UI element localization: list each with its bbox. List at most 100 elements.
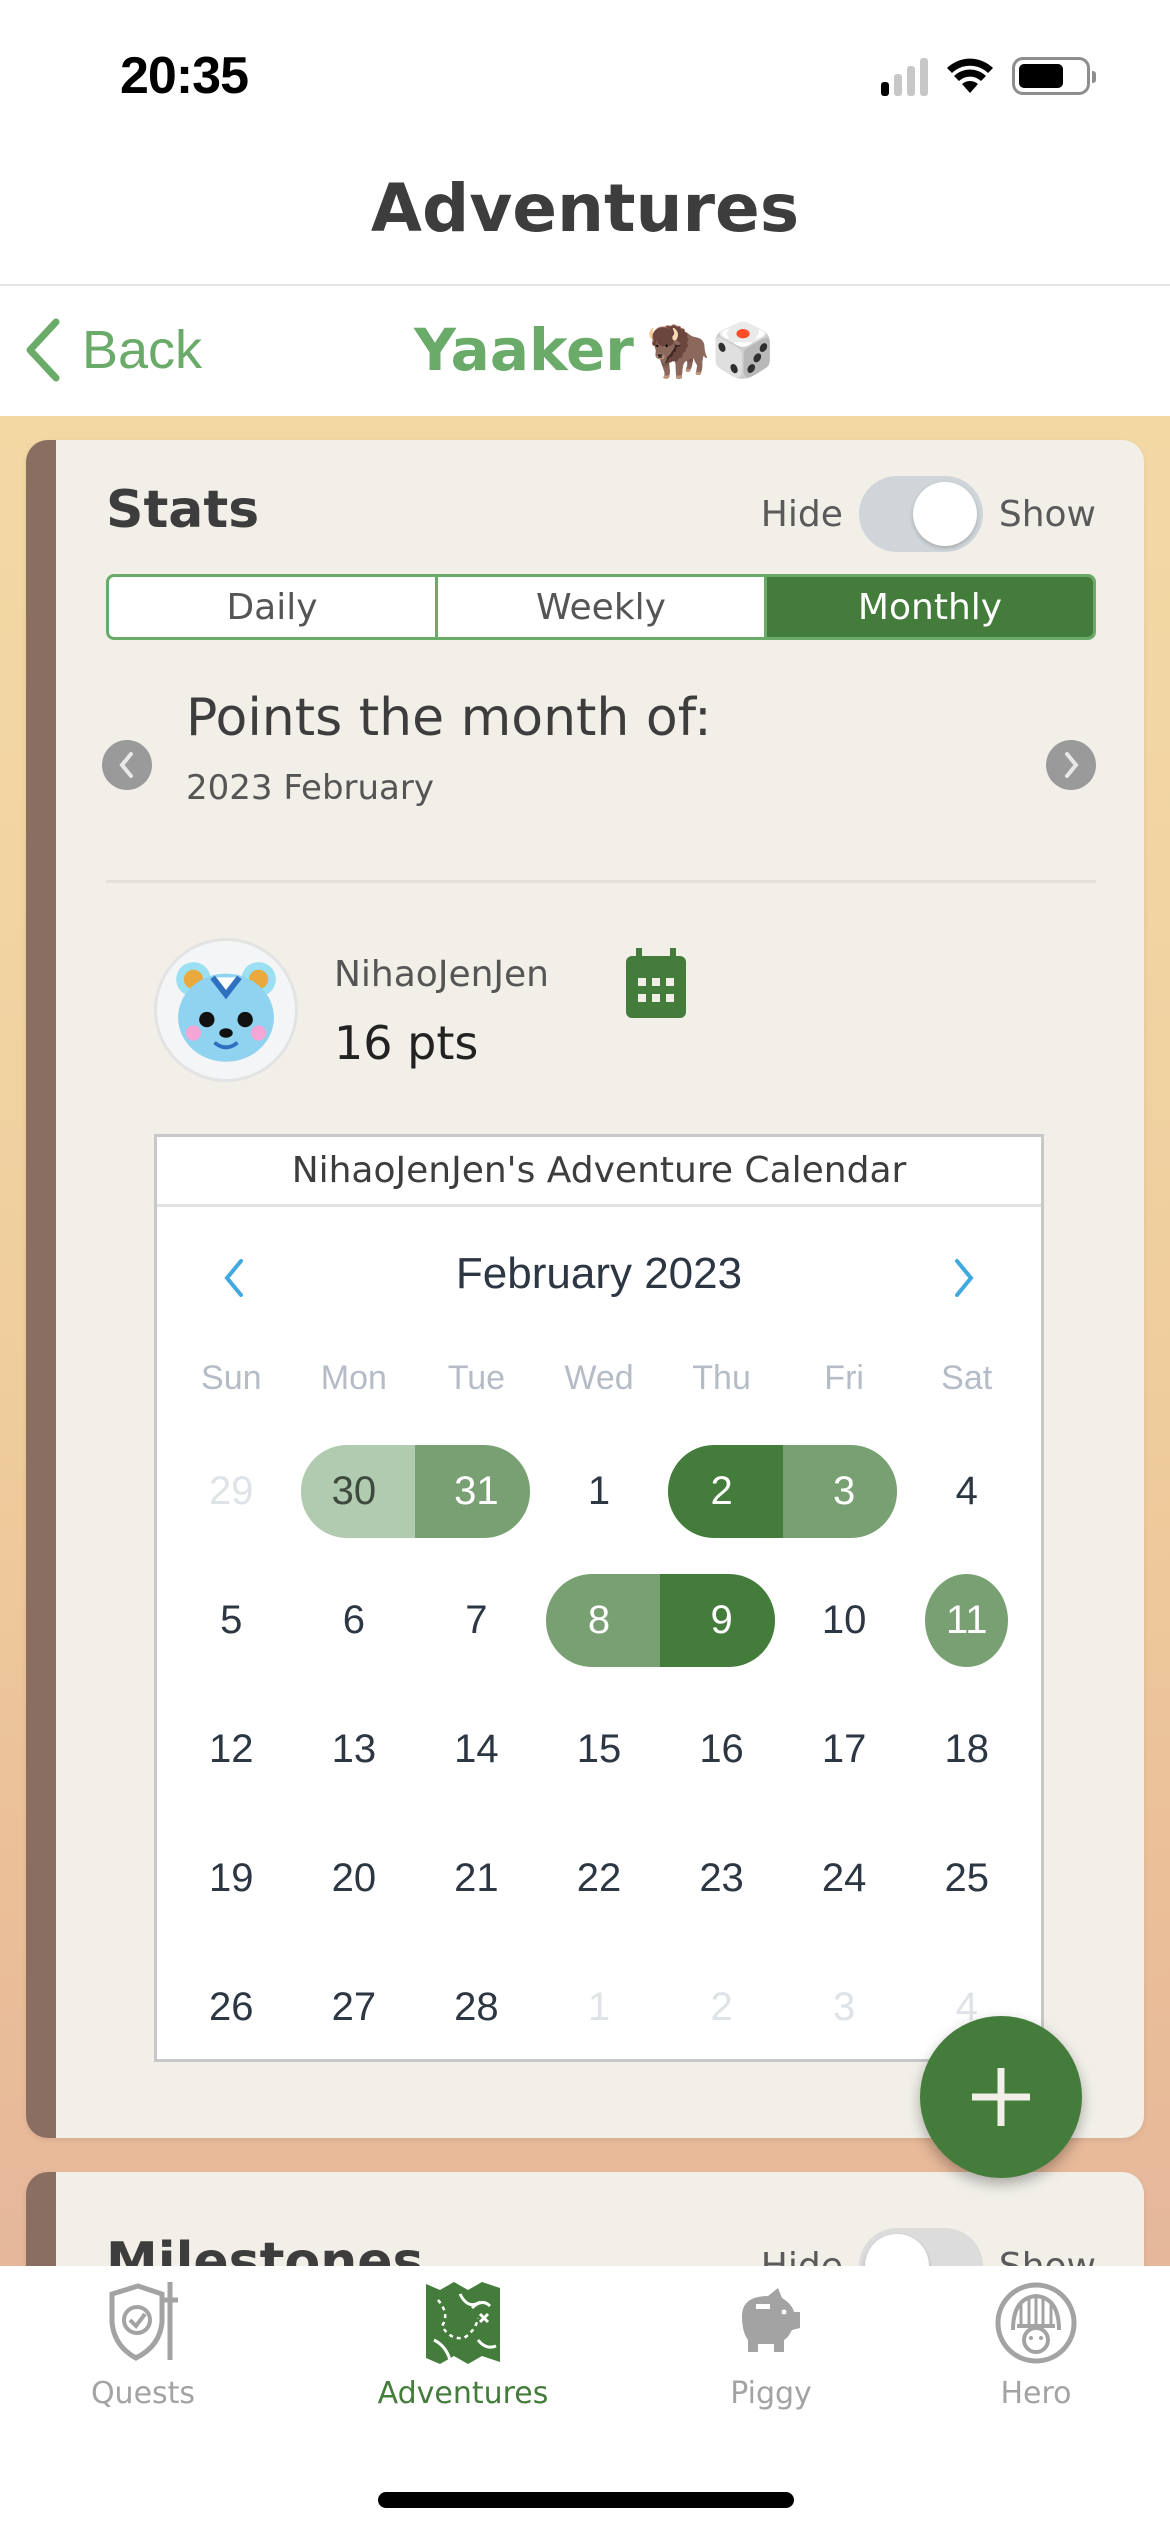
calendar-day[interactable]: 26 [170,1943,293,2072]
day-number: 28 [454,1985,499,2029]
user-points: 16 pts [334,1016,479,1070]
status-icons [881,56,1096,96]
bear-avatar-icon [176,962,276,1062]
milestones-visibility-toggle[interactable] [858,2228,983,2266]
toggle-show-label: Show [998,2245,1096,2267]
day-number: 9 [710,1598,733,1642]
day-number: 20 [331,1856,377,1900]
calendar-day[interactable]: 13 [293,1685,416,1814]
day-number: 2 [710,1469,733,1513]
day-number: 31 [454,1469,499,1513]
stats-title: Stats [106,480,260,540]
calendar-day[interactable]: 7 [415,1556,538,1685]
calendar-day[interactable]: 19 [170,1814,293,1943]
piggy-bank-icon [742,2288,800,2352]
calendar-day-outside[interactable]: 3 [783,1943,906,2072]
day-number: 3 [833,1469,856,1513]
day-number: 25 [944,1856,989,1900]
calendar-day[interactable]: 6 [293,1556,416,1685]
knight-helmet-icon [995,2282,1077,2364]
calendar-day[interactable]: 31 [415,1427,538,1556]
day-number: 3 [833,1985,856,2029]
weekday-label: Sat [941,1359,993,1397]
next-period-button[interactable] [1046,740,1096,790]
calendar-day[interactable]: 11 [905,1556,1028,1685]
calendar-day-outside[interactable]: 2 [660,1943,783,2072]
calendar-month-nav: February 2023 [157,1243,1041,1323]
home-indicator[interactable] [378,2492,794,2508]
calendar-day[interactable]: 22 [538,1814,661,1943]
day-number: 14 [454,1727,499,1771]
calendar-icon[interactable] [624,948,688,1020]
previous-period-button[interactable] [102,740,152,790]
calendar-day[interactable]: 15 [538,1685,661,1814]
calendar-day[interactable]: 30 [293,1427,416,1556]
calendar-next-month-button[interactable] [949,1253,979,1303]
stats-visibility-toggle[interactable] [858,476,983,552]
day-number: 15 [576,1727,622,1771]
tab-quests[interactable]: Quests [33,2280,253,2411]
add-button[interactable] [920,2016,1082,2178]
day-number: 1 [587,1469,611,1513]
calendar-day[interactable]: 20 [293,1814,416,1943]
tab-daily[interactable]: Daily [109,577,438,637]
weekday-label: Tue [447,1359,506,1397]
calendar-day[interactable]: 16 [660,1685,783,1814]
wifi-icon [947,58,993,93]
content-scroll-area[interactable]: Stats Hide Show Daily Weekly Monthly Poi… [0,416,1170,2266]
status-bar: 20:35 [0,0,1170,150]
calendar-day[interactable]: 25 [905,1814,1028,1943]
calendar-day[interactable]: 27 [293,1943,416,2072]
day-number: 5 [220,1598,243,1642]
calendar-day-outside[interactable]: 1 [538,1943,661,2072]
calendar-day[interactable]: 2 [660,1427,783,1556]
calendar-title: NihaoJenJen's Adventure Calendar [157,1137,1041,1207]
tab-adventures[interactable]: Adventures [353,2280,573,2411]
calendar-day[interactable]: 23 [660,1814,783,1943]
calendar-day[interactable]: 14 [415,1685,538,1814]
calendar-day-outside[interactable]: 29 [170,1427,293,1556]
calendar-day[interactable]: 17 [783,1685,906,1814]
shield-sword-icon [109,2282,178,2361]
tab-label: Quests [90,2376,196,2411]
calendar-day[interactable]: 4 [905,1427,1028,1556]
calendar-day[interactable]: 10 [783,1556,906,1685]
page-title: Adventures [370,170,800,247]
day-number: 7 [465,1598,488,1642]
day-number: 8 [587,1598,611,1642]
toggle-hide-label: Hide [760,493,843,535]
section-divider [106,880,1096,883]
calendar-day[interactable]: 18 [905,1685,1028,1814]
day-number: 16 [699,1727,744,1771]
calendar-day[interactable]: 9 [660,1556,783,1685]
tab-monthly[interactable]: Monthly [767,577,1093,637]
adventure-calendar: NihaoJenJen's Adventure Calendar Februar… [154,1134,1044,2062]
day-number: 19 [209,1856,254,1900]
calendar-day[interactable]: 28 [415,1943,538,2072]
calendar-day[interactable]: 1 [538,1427,661,1556]
day-number: 29 [209,1469,254,1513]
user-name: NihaoJenJen [334,954,549,995]
back-button[interactable]: Back [22,318,202,382]
day-number: 17 [821,1727,867,1771]
battery-icon [1012,57,1096,95]
period-value: 2023 February [186,768,434,808]
period-segmented-control: Daily Weekly Monthly [106,574,1096,640]
treasure-map-icon [426,2282,500,2364]
calendar-day[interactable]: 5 [170,1556,293,1685]
toggle-hide-label: Hide [760,2245,843,2267]
plus-icon [972,2068,1030,2126]
stats-card: Stats Hide Show Daily Weekly Monthly Poi… [26,440,1144,2138]
calendar-day[interactable]: 24 [783,1814,906,1943]
calendar-day[interactable]: 3 [782,1427,906,1556]
toggle-knob [912,482,977,546]
calendar-day[interactable]: 21 [415,1814,538,1943]
chevron-left-icon [26,318,60,382]
card-spine [26,440,56,2138]
tab-hero[interactable]: Hero [926,2280,1146,2411]
tab-label: Piggy [730,2376,812,2411]
calendar-day[interactable]: 8 [538,1556,661,1685]
tab-weekly[interactable]: Weekly [438,577,767,637]
calendar-day[interactable]: 12 [170,1685,293,1814]
tab-piggy[interactable]: Piggy [661,2280,881,2411]
